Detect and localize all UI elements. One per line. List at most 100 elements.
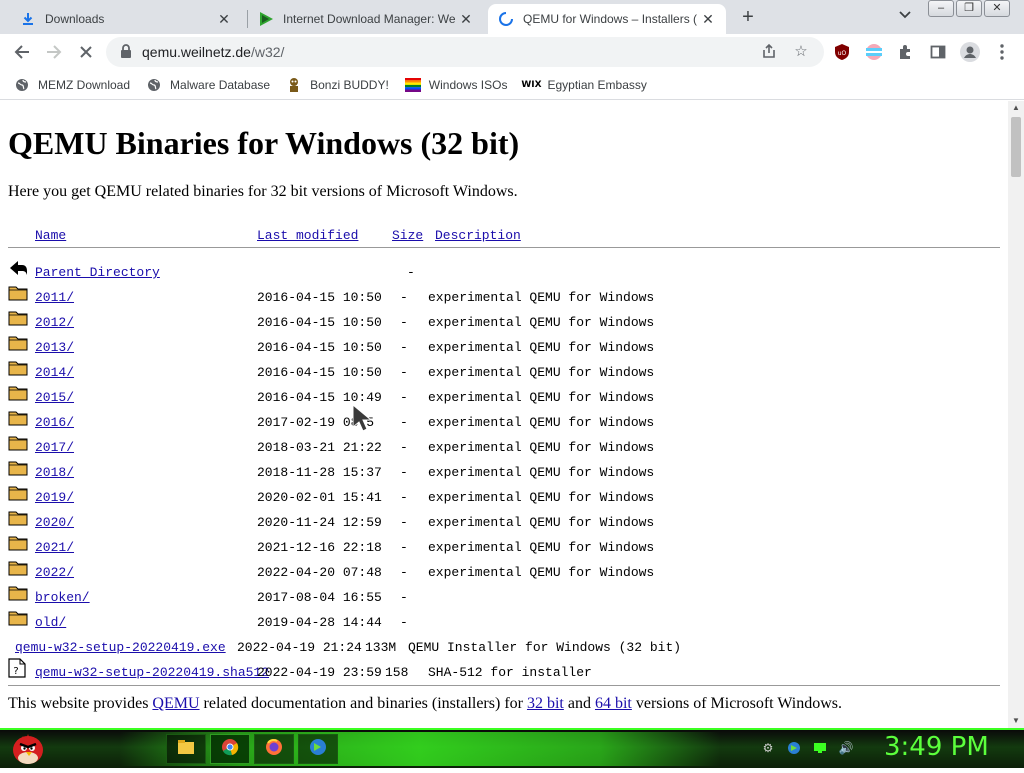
row-description: SHA-512 for installer (428, 665, 592, 680)
file-link[interactable]: 2013/ (35, 340, 74, 355)
forward-button[interactable] (42, 40, 66, 64)
row-description: experimental QEMU for Windows (428, 565, 655, 580)
row-description: experimental QEMU for Windows (428, 290, 655, 305)
taskbar-file-explorer[interactable] (166, 734, 206, 764)
file-link[interactable]: 2022/ (35, 565, 74, 580)
row-modified: 2016-04-15 10:50 (257, 365, 382, 380)
tab-downloads[interactable]: Downloads ✕ (10, 4, 242, 34)
minimize-button[interactable]: – (928, 0, 954, 17)
scroll-down-arrow-icon[interactable]: ▼ (1008, 714, 1024, 728)
column-header-name[interactable]: Name (35, 228, 66, 243)
column-header-last-modified[interactable]: Last modified (257, 228, 358, 243)
column-header-size[interactable]: Size (392, 228, 423, 243)
row-size: 158 (385, 665, 409, 680)
qemu-link[interactable]: QEMU (152, 695, 199, 712)
table-row: 2021/2021-12-16 22:18 - experimental QEMU … (0, 533, 1008, 558)
file-link[interactable]: 2014/ (35, 365, 74, 380)
bookmark-memz[interactable]: MEMZ Download (14, 77, 130, 93)
file-link[interactable]: qemu-w32-setup-20220419.exe (15, 640, 226, 655)
trans-flag-icon[interactable] (864, 42, 884, 62)
file-link[interactable]: broken/ (35, 590, 90, 605)
file-link[interactable]: qemu-w32-setup-20220419.sha512 (35, 665, 269, 680)
row-description: experimental QEMU for Windows (428, 390, 655, 405)
extensions-puzzle-icon[interactable] (896, 42, 916, 62)
profile-avatar-icon[interactable] (960, 42, 980, 62)
file-link[interactable]: 2012/ (35, 315, 74, 330)
share-icon[interactable] (760, 43, 778, 61)
table-row: 2019/2020-02-01 15:41 - experimental QEMU … (0, 483, 1008, 508)
scroll-up-arrow-icon[interactable]: ▲ (1008, 101, 1024, 115)
file-link[interactable]: old/ (35, 615, 66, 630)
stop-button[interactable] (74, 40, 98, 64)
row-modified: 2016-04-15 10:50 (257, 315, 382, 330)
menu-kebab-icon[interactable] (992, 42, 1012, 62)
32-bit-link[interactable]: 32 bit (527, 695, 564, 712)
taskbar-idm[interactable] (298, 734, 338, 764)
star-icon[interactable]: ☆ (792, 43, 810, 61)
bookmark-egyptian-embassy[interactable]: WIX Egyptian Embassy (521, 77, 647, 93)
tray-idm-icon[interactable] (786, 740, 802, 756)
footer-text-part: and (563, 695, 595, 712)
table-row: 2022/2022-04-20 07:48 - experimental QEMU … (0, 558, 1008, 583)
volume-icon[interactable]: 🔊 (838, 740, 854, 756)
bookmarks-bar: MEMZ Download Malware Database Bonzi BUD… (0, 70, 1024, 100)
file-link[interactable]: 2019/ (35, 490, 74, 505)
row-size: - (407, 265, 415, 280)
row-modified: 2016-04-15 10:50 (257, 290, 382, 305)
bookmark-label: Malware Database (170, 77, 271, 92)
start-button-angry-bird-icon[interactable] (6, 728, 50, 768)
file-link[interactable]: 2017/ (35, 440, 74, 455)
bookmark-malware-database[interactable]: Malware Database (146, 77, 270, 93)
row-size: - (400, 615, 408, 630)
taskbar-clock[interactable]: 3:49 PM (884, 732, 989, 762)
folder-icon (8, 558, 28, 578)
file-link[interactable]: 2016/ (35, 415, 74, 430)
file-link[interactable]: 2020/ (35, 515, 74, 530)
file-link[interactable]: 2018/ (35, 465, 74, 480)
taskbar-firefox[interactable] (254, 734, 294, 764)
maximize-button[interactable]: ❐ (956, 0, 982, 17)
tab-qemu[interactable]: QEMU for Windows – Installers ( ✕ (488, 4, 726, 34)
tab-title: Downloads (45, 12, 105, 26)
bookmark-bonzi-buddy[interactable]: Bonzi BUDDY! (286, 77, 389, 93)
row-size: - (400, 515, 408, 530)
vertical-scrollbar[interactable]: ▲ ▼ (1008, 101, 1024, 728)
row-size: - (400, 540, 408, 555)
table-row: 2015/2016-04-15 10:49 - experimental QEMU … (0, 383, 1008, 408)
chevron-down-icon[interactable] (894, 8, 916, 28)
row-modified: 2016-04-15 10:49 (257, 390, 382, 405)
row-size: - (400, 315, 408, 330)
table-row: 2014/2016-04-15 10:50 - experimental QEMU … (0, 358, 1008, 383)
row-modified: 2020-11-24 12:59 (257, 515, 382, 530)
scrollbar-thumb[interactable] (1011, 117, 1021, 177)
ublock-icon[interactable]: uO (832, 42, 852, 62)
back-button[interactable] (10, 40, 34, 64)
file-link[interactable]: 2015/ (35, 390, 74, 405)
row-size: - (400, 565, 408, 580)
new-tab-button[interactable]: + (736, 6, 760, 30)
bookmark-windows-isos[interactable]: Windows ISOs (404, 77, 507, 93)
file-link[interactable]: 2021/ (35, 540, 74, 555)
tab-idm[interactable]: Internet Download Manager: We ✕ (248, 4, 484, 34)
tray-settings-icon[interactable]: ⚙ (760, 740, 776, 756)
file-link[interactable]: 2011/ (35, 290, 74, 305)
side-panel-icon[interactable] (928, 42, 948, 62)
close-window-button[interactable]: ✕ (984, 0, 1010, 17)
column-header-description[interactable]: Description (435, 228, 521, 243)
address-bar[interactable]: qemu.weilnetz.de/w32/ ☆ (106, 37, 824, 67)
folder-icon (8, 508, 28, 528)
row-modified: 2022-04-19 23:59 (257, 665, 382, 680)
taskbar-chrome[interactable] (210, 734, 250, 764)
globe-icon (146, 77, 162, 93)
chrome-icon (221, 738, 239, 761)
parent-directory-link[interactable]: Parent Directory (35, 265, 160, 280)
close-icon[interactable]: ✕ (700, 11, 716, 28)
close-icon[interactable]: ✕ (216, 11, 232, 28)
network-icon[interactable] (812, 740, 828, 756)
page-intro: Here you get QEMU related binaries for 3… (8, 183, 518, 200)
mouse-cursor-icon (352, 403, 376, 434)
lock-icon[interactable] (120, 44, 136, 60)
64-bit-link[interactable]: 64 bit (595, 695, 632, 712)
close-icon[interactable]: ✕ (458, 11, 474, 28)
table-row: 2013/2016-04-15 10:50 - experimental QEMU … (0, 333, 1008, 358)
